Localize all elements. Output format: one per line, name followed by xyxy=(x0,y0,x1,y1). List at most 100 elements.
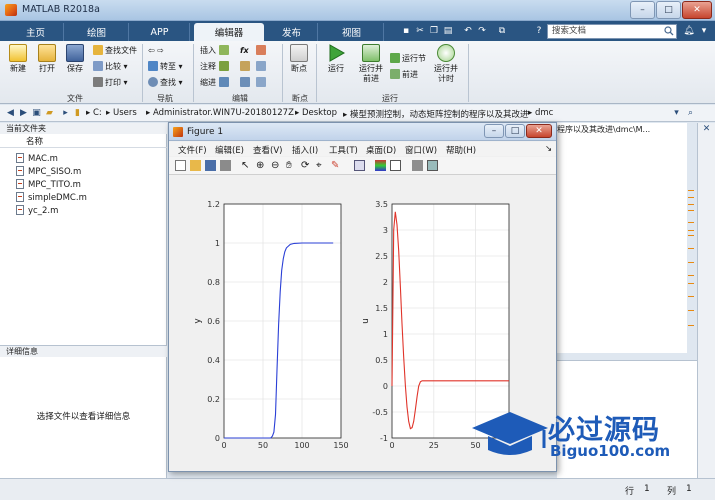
menu-dock-icon[interactable]: ↘ xyxy=(545,144,552,154)
breadcrumb-dmc[interactable]: ▸ dmc xyxy=(528,108,553,118)
figure-minimize-button[interactable]: – xyxy=(484,124,504,138)
minimize-button[interactable]: – xyxy=(630,1,655,19)
switch-windows-icon[interactable]: ⧉ xyxy=(496,25,508,37)
tab-home[interactable]: 主页 xyxy=(8,23,64,41)
edit-extra3-button[interactable] xyxy=(256,77,268,89)
run-and-advance-button[interactable]: 运行并 前进 xyxy=(355,44,387,84)
breadcrumb-users[interactable]: ▸ Users xyxy=(106,108,137,118)
edit-extra-button[interactable] xyxy=(256,45,268,57)
tab-apps[interactable]: APP xyxy=(130,23,190,41)
legend-icon[interactable] xyxy=(390,160,401,171)
search-icon[interactable] xyxy=(664,26,674,36)
file-item[interactable]: MPC_SISO.m xyxy=(16,166,81,178)
search-folder-icon[interactable]: ⌕ xyxy=(685,108,696,119)
breadcrumb-project[interactable]: ▸ 模型预测控制，动态矩阵控制的程序以及其改进 xyxy=(343,108,528,120)
back-forward-button[interactable]: ⇦ ⇨ xyxy=(148,45,164,57)
indent-button[interactable]: 缩进 xyxy=(200,77,231,89)
axes-left-y-response[interactable]: 0 50 100 150 0 0.2 0.4 0.6 0.8 1 1.2 y xyxy=(193,200,349,450)
goto-button[interactable]: 转至 ▾ xyxy=(148,61,183,73)
new-figure-icon[interactable] xyxy=(175,160,186,171)
save-all-icon[interactable]: ▪ xyxy=(400,25,412,37)
search-documentation-input[interactable]: 搜索文档 xyxy=(547,24,677,39)
tab-publish[interactable]: 发布 xyxy=(266,23,318,41)
breadcrumb-drive[interactable]: ▸ C: xyxy=(86,108,102,118)
menu-insert[interactable]: 插入(I) xyxy=(292,144,318,156)
show-plot-tools-icon[interactable] xyxy=(427,160,438,171)
file-item[interactable]: MAC.m xyxy=(16,153,58,165)
menu-file[interactable]: 文件(F) xyxy=(178,144,207,156)
run-section-button[interactable]: 运行节 xyxy=(390,53,426,65)
open-button[interactable]: 打开 xyxy=(33,44,61,74)
format-button[interactable] xyxy=(240,61,252,73)
help-icon[interactable]: ? xyxy=(533,25,545,37)
insert-button[interactable]: 插入 xyxy=(200,45,231,57)
tab-view[interactable]: 视图 xyxy=(320,23,384,41)
find-files-button[interactable]: 查找文件 xyxy=(93,45,137,57)
tab-plots[interactable]: 绘图 xyxy=(65,23,129,41)
figure-title-bar[interactable]: Figure 1 – □ ✕ xyxy=(169,123,556,141)
print-button[interactable]: 打印 ▾ xyxy=(93,77,128,89)
address-dropdown-icon[interactable]: ▾ xyxy=(671,108,682,119)
notification-icon[interactable]: 🔔︎ xyxy=(683,25,695,37)
print-figure-icon[interactable] xyxy=(220,160,231,171)
run-button[interactable]: 运行 xyxy=(322,44,350,74)
ribbon-menu-icon[interactable]: ▾ xyxy=(698,25,710,37)
save-button[interactable]: 保存 xyxy=(61,44,89,74)
file-item[interactable]: MPC_TITO.m xyxy=(16,179,81,191)
edit-extra2-button[interactable] xyxy=(256,61,268,73)
redo-icon[interactable]: ↷ xyxy=(476,25,488,37)
tab-editor[interactable]: 编辑器 xyxy=(194,23,264,41)
menu-edit[interactable]: 编辑(E) xyxy=(215,144,244,156)
undo-icon[interactable]: ↶ xyxy=(462,25,474,37)
watermark-url: Biguo100.com xyxy=(550,442,671,460)
back-icon[interactable]: ◀ xyxy=(5,108,16,119)
forward-icon[interactable]: ▶ xyxy=(18,108,29,119)
breadcrumb-user[interactable]: ▸ Administrator.WIN7U-20180127Z xyxy=(146,108,294,118)
figure-maximize-button[interactable]: □ xyxy=(505,124,525,138)
new-button[interactable]: 新建 xyxy=(4,44,32,74)
pointer-icon[interactable]: ↖ xyxy=(241,160,252,171)
link-plot-icon[interactable] xyxy=(354,160,365,171)
hide-plot-tools-icon[interactable] xyxy=(412,160,423,171)
compare-button[interactable]: 比较 ▾ xyxy=(93,61,128,73)
menu-view[interactable]: 查看(V) xyxy=(253,144,282,156)
find-button[interactable]: 查找 ▾ xyxy=(148,77,183,89)
breadcrumb-desktop[interactable]: ▸ Desktop xyxy=(295,108,337,118)
save-figure-icon[interactable] xyxy=(205,160,216,171)
zoom-in-icon[interactable]: ⊕ xyxy=(256,160,267,171)
comment-button[interactable]: 注释 xyxy=(200,61,231,73)
file-item[interactable]: yc_2.m xyxy=(16,205,58,217)
maximize-button[interactable]: □ xyxy=(656,1,681,19)
menu-help[interactable]: 帮助(H) xyxy=(446,144,476,156)
figure-close-button[interactable]: ✕ xyxy=(526,124,552,138)
y-tick-label: 3.5 xyxy=(375,200,388,209)
copy-icon[interactable]: ❐ xyxy=(428,25,440,37)
open-file-icon[interactable] xyxy=(190,160,201,171)
menu-window[interactable]: 窗口(W) xyxy=(405,144,437,156)
close-button[interactable]: ✕ xyxy=(682,1,712,19)
advance-icon xyxy=(390,69,400,79)
close-panel-icon[interactable]: ✕ xyxy=(701,124,712,135)
cut-icon[interactable]: ✂ xyxy=(414,25,426,37)
colorbar-icon[interactable] xyxy=(375,160,386,171)
column-header-name[interactable]: 名称 xyxy=(0,136,167,148)
smart-indent-button[interactable] xyxy=(240,77,252,89)
browse-folder-icon[interactable]: ▰ xyxy=(44,108,55,119)
brush-icon[interactable]: ✎ xyxy=(331,160,342,171)
file-item[interactable]: simpleDMC.m xyxy=(16,192,87,204)
up-folder-icon[interactable]: ▣ xyxy=(31,108,42,119)
zoom-out-icon[interactable]: ⊖ xyxy=(271,160,282,171)
advance-button[interactable]: 前进 xyxy=(390,69,418,81)
run-and-time-button[interactable]: 运行并 计时 xyxy=(430,44,462,84)
editor-area[interactable] xyxy=(557,123,687,353)
paste-icon[interactable]: ▤ xyxy=(442,25,454,37)
run-advance-icon xyxy=(362,44,380,62)
menu-desktop[interactable]: 桌面(D) xyxy=(366,144,396,156)
breakpoints-button[interactable]: 断点 xyxy=(285,44,313,74)
m-file-icon xyxy=(16,166,24,176)
data-cursor-icon[interactable]: ⌖ xyxy=(316,160,327,171)
insert-function-button[interactable]: fx xyxy=(240,45,249,57)
menu-tools[interactable]: 工具(T) xyxy=(329,144,358,156)
pan-icon[interactable]: ✋︎ xyxy=(286,160,297,171)
rotate-icon[interactable]: ⟳ xyxy=(301,160,312,171)
